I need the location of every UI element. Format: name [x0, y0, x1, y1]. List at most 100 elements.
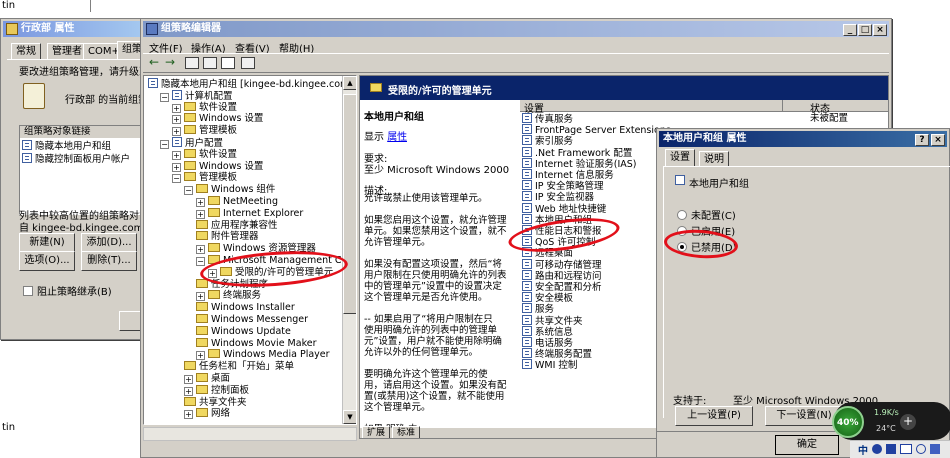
policy-row[interactable]: 服务 [522, 303, 554, 315]
expand-icon[interactable]: + [172, 127, 181, 137]
tree-node[interactable]: 任务栏和「开始」菜单 [184, 361, 294, 373]
gpo-list-item-1[interactable]: 隐藏本地用户和组 [22, 140, 111, 152]
collapse-icon[interactable]: − [160, 140, 169, 149]
scroll-thumb[interactable] [343, 94, 356, 314]
collapse-icon[interactable]: − [184, 186, 193, 196]
gpo-links-list[interactable]: 组策略对象链接 隐藏本地用户和组 隐藏控制面板用户帐户 [19, 125, 151, 215]
policy-row[interactable]: WMI 控制 [522, 359, 577, 371]
gpe-titlebar[interactable]: 组策略编辑器 _ □ × [143, 21, 889, 37]
options-button[interactable]: 选项(O)... [19, 251, 75, 271]
tree-node[interactable]: Windows Update [196, 325, 291, 338]
expand-icon[interactable]: + [184, 410, 193, 420]
tree-node[interactable]: Windows Installer [196, 302, 295, 314]
ime-punct-icon[interactable] [886, 444, 896, 454]
policy-row[interactable]: 安全配置和分析 [522, 281, 602, 293]
export-list-icon[interactable] [221, 57, 235, 69]
expand-icon[interactable]: + [172, 103, 181, 113]
tree-node[interactable]: + 管理模板 [172, 125, 237, 137]
gpo-list-item-2[interactable]: 隐藏控制面板用户帐户 [22, 153, 130, 165]
expand-icon[interactable]: + [196, 245, 205, 255]
ime-settings-icon[interactable] [930, 444, 940, 454]
policy-row[interactable]: FrontPage Server Extensions [522, 124, 671, 136]
tree-node[interactable]: + Windows Media Player [196, 349, 330, 361]
tree-node[interactable]: + 桌面 [184, 373, 230, 385]
tree-hscroll[interactable] [143, 427, 357, 441]
new-button[interactable]: 新建(N) [19, 233, 75, 253]
tab-explain[interactable]: 说明 [699, 151, 729, 167]
tree-node[interactable]: − 计算机配置 [160, 89, 233, 102]
expand-icon[interactable]: + [172, 150, 181, 160]
tree-node[interactable]: 附件管理器 [196, 231, 259, 243]
option-not-configured[interactable]: 未配置(C) [677, 207, 736, 222]
close-button[interactable]: × [873, 24, 887, 36]
tree-node[interactable]: Windows Messenger [196, 314, 308, 326]
expand-icon[interactable]: + [172, 115, 181, 125]
ou-properties-titlebar[interactable]: 行政部 属性 [3, 21, 147, 37]
scroll-up-button[interactable]: ▲ [343, 76, 356, 90]
expand-icon[interactable]: + [196, 198, 205, 207]
tree-node[interactable]: + Windows 设置 [172, 160, 263, 173]
radio-not-configured[interactable] [677, 210, 687, 220]
ime-moon-icon[interactable] [872, 444, 882, 454]
policy-row[interactable]: .Net Framework 配置 [522, 146, 632, 159]
widget-expand-button[interactable]: + [900, 414, 916, 430]
dialog-titlebar[interactable]: 本地用户和组 属性 ? × [659, 131, 947, 147]
tree-node[interactable]: − 用户配置 [160, 137, 223, 149]
collapse-icon[interactable]: − [196, 257, 205, 266]
policy-row[interactable]: 索引服务 [522, 135, 573, 147]
up-folder-icon[interactable] [185, 57, 199, 69]
delete-button[interactable]: 删除(T)... [81, 251, 137, 271]
tree-node[interactable]: 隐藏本地用户和组 [kingee-bd.kingee.com] [148, 78, 353, 90]
tab-extended[interactable]: 扩展 [362, 426, 391, 438]
policy-row[interactable]: 电话服务 [522, 337, 573, 349]
tree-node[interactable]: + NetMeeting [196, 196, 278, 208]
tree-node[interactable]: − Windows 组件 [184, 184, 275, 196]
tree-node[interactable]: 应用程序兼容性 [196, 219, 278, 232]
scroll-down-button[interactable]: ▼ [343, 410, 356, 424]
expand-icon[interactable]: + [184, 386, 193, 396]
tree-node[interactable]: + 终端服务 [196, 290, 261, 302]
policy-row[interactable]: Internet 验证服务(IAS) [522, 157, 637, 170]
expand-icon[interactable]: + [172, 162, 181, 172]
expand-icon[interactable]: + [184, 375, 193, 384]
tree-node[interactable]: + 软件设置 [172, 101, 237, 114]
tree-node[interactable]: + 网络 [184, 408, 230, 420]
expand-icon[interactable]: + [196, 351, 205, 361]
tree-node[interactable]: + Windows 设置 [172, 113, 263, 125]
policy-row[interactable]: IP 安全监视器 [522, 191, 594, 203]
add-button[interactable]: 添加(D)... [81, 233, 137, 253]
tree-node[interactable]: − 管理模板 [172, 172, 237, 184]
expand-icon[interactable]: + [196, 292, 205, 302]
tree-node[interactable]: 共享文件夹 [184, 396, 247, 409]
policy-row[interactable]: 共享文件夹 [522, 314, 583, 327]
back-arrow-icon[interactable]: ← [149, 55, 159, 69]
tab-setting[interactable]: 设置 [665, 149, 695, 167]
policy-row[interactable]: 路由和远程访问 [522, 269, 602, 282]
collapse-icon[interactable]: − [172, 174, 181, 184]
policy-row[interactable]: IP 安全策略管理 [522, 180, 604, 192]
collapse-icon[interactable]: − [160, 92, 169, 102]
ime-indicator[interactable]: 中 [858, 442, 868, 457]
ime-keyboard-icon[interactable] [900, 444, 912, 454]
policy-row[interactable]: 系统信息 [522, 325, 573, 338]
dialog-help-button[interactable]: ? [915, 134, 929, 146]
previous-setting-button[interactable]: 上一设置(P) [675, 406, 753, 426]
policy-row[interactable]: 安全模板 [522, 292, 573, 304]
properties-link[interactable]: 属性 [387, 132, 407, 143]
tree-pane[interactable]: 隐藏本地用户和组 [kingee-bd.kingee.com] − 计算机配置 + 软件… [143, 75, 357, 425]
tab-standard[interactable]: 标准 [392, 426, 421, 438]
tree-node[interactable]: Windows Movie Maker [196, 337, 317, 350]
forward-arrow-icon[interactable]: → [165, 55, 175, 69]
policy-row[interactable]: 终端服务配置 [522, 348, 592, 360]
policy-row[interactable]: Internet 信息服务 [522, 169, 614, 181]
show-hide-tree-icon[interactable] [203, 57, 217, 69]
tree-scrollbar[interactable]: ▲ ▼ [342, 76, 356, 424]
tab-managed-by[interactable]: 管理者 [47, 43, 87, 59]
tree-node[interactable]: + Internet Explorer [196, 207, 303, 220]
maximize-button[interactable]: □ [858, 24, 872, 36]
minimize-button[interactable]: _ [843, 24, 857, 36]
tree-node[interactable]: + 软件设置 [172, 148, 237, 161]
help-icon[interactable] [241, 57, 255, 69]
policy-row[interactable]: 传真服务 [522, 113, 573, 125]
ok-button[interactable]: 确定 [775, 435, 839, 455]
